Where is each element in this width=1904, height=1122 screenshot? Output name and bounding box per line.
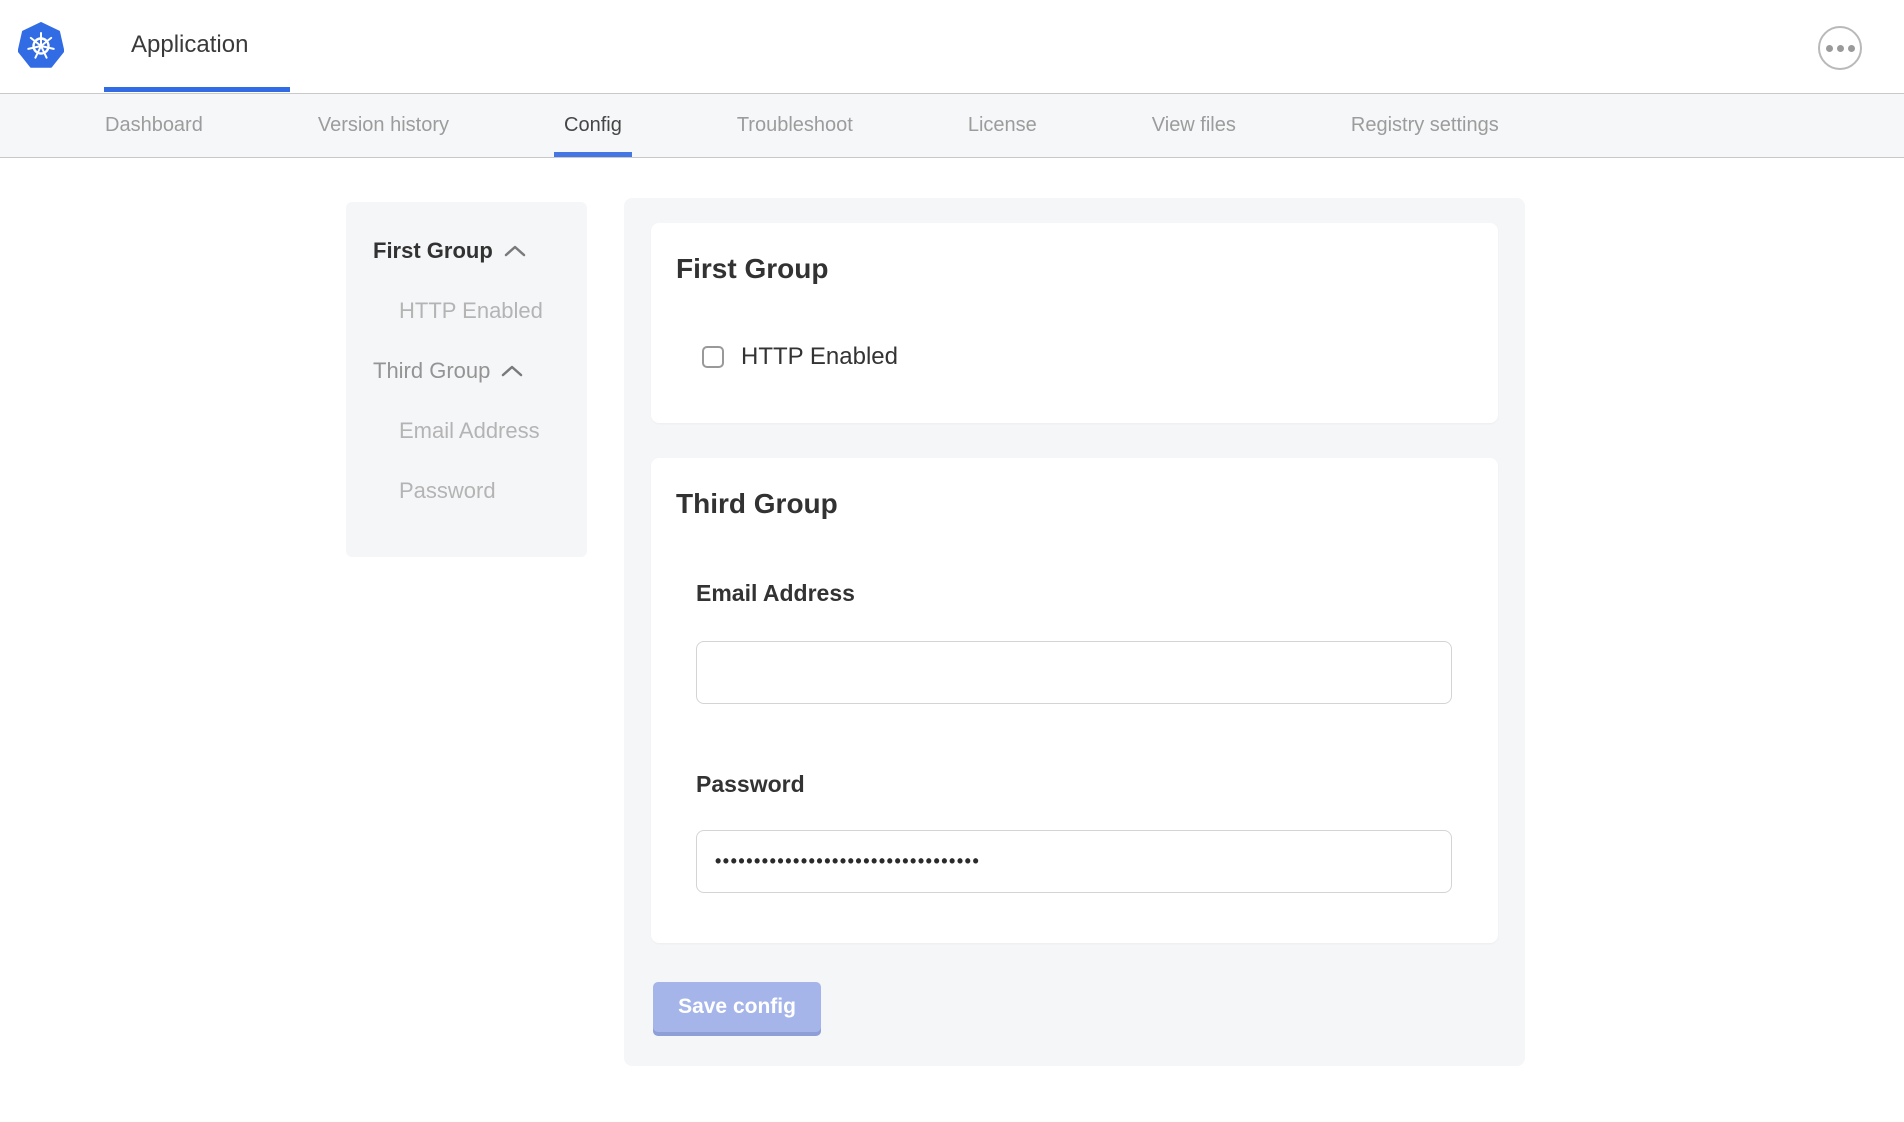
ellipsis-icon <box>1826 45 1833 52</box>
save-config-button[interactable]: Save config <box>653 982 821 1032</box>
sidebar-item-password[interactable]: Password <box>373 479 587 503</box>
first-group-card: First Group HTTP Enabled <box>651 223 1498 423</box>
tab-troubleshoot[interactable]: Troubleshoot <box>737 94 853 157</box>
email-address-input[interactable] <box>696 641 1452 704</box>
tab-view-files[interactable]: View files <box>1152 94 1236 157</box>
first-group-title: First Group <box>676 253 828 285</box>
http-enabled-checkbox-label: HTTP Enabled <box>741 343 898 371</box>
password-input[interactable] <box>696 830 1452 893</box>
third-group-card: Third Group Email Address Password <box>651 458 1498 943</box>
config-form-container: First Group HTTP Enabled Third Group Ema… <box>624 198 1525 1066</box>
config-groups-sidebar: First Group HTTP Enabled Third Group Ema… <box>346 202 587 557</box>
email-address-label: Email Address <box>696 580 855 607</box>
http-enabled-checkbox[interactable] <box>702 346 724 368</box>
application-tab-label: Application <box>131 31 248 59</box>
sidebar-item-first-group[interactable]: First Group <box>373 239 587 263</box>
app-header: Application <box>0 0 1904 93</box>
chevron-up-icon <box>501 365 523 377</box>
password-label: Password <box>696 771 805 798</box>
sidebar-item-http-enabled[interactable]: HTTP Enabled <box>373 299 587 323</box>
chevron-up-icon <box>504 245 526 257</box>
tab-config[interactable]: Config <box>564 94 622 157</box>
kubernetes-logo-icon <box>18 22 64 68</box>
overflow-menu-button[interactable] <box>1818 26 1862 70</box>
application-tab-active-underline <box>104 87 290 92</box>
tab-license[interactable]: License <box>968 94 1037 157</box>
tab-version-history[interactable]: Version history <box>318 94 449 157</box>
tab-registry-settings[interactable]: Registry settings <box>1351 94 1499 157</box>
config-subnav: Dashboard Version history Config Trouble… <box>0 93 1904 158</box>
tab-dashboard[interactable]: Dashboard <box>105 94 203 157</box>
tab-config-active-underline <box>554 152 632 157</box>
application-tab[interactable]: Application <box>104 0 290 92</box>
sidebar-item-third-group[interactable]: Third Group <box>373 359 587 383</box>
sidebar-item-email-address[interactable]: Email Address <box>373 419 587 443</box>
http-enabled-checkbox-row[interactable]: HTTP Enabled <box>702 343 898 371</box>
third-group-title: Third Group <box>676 488 838 520</box>
